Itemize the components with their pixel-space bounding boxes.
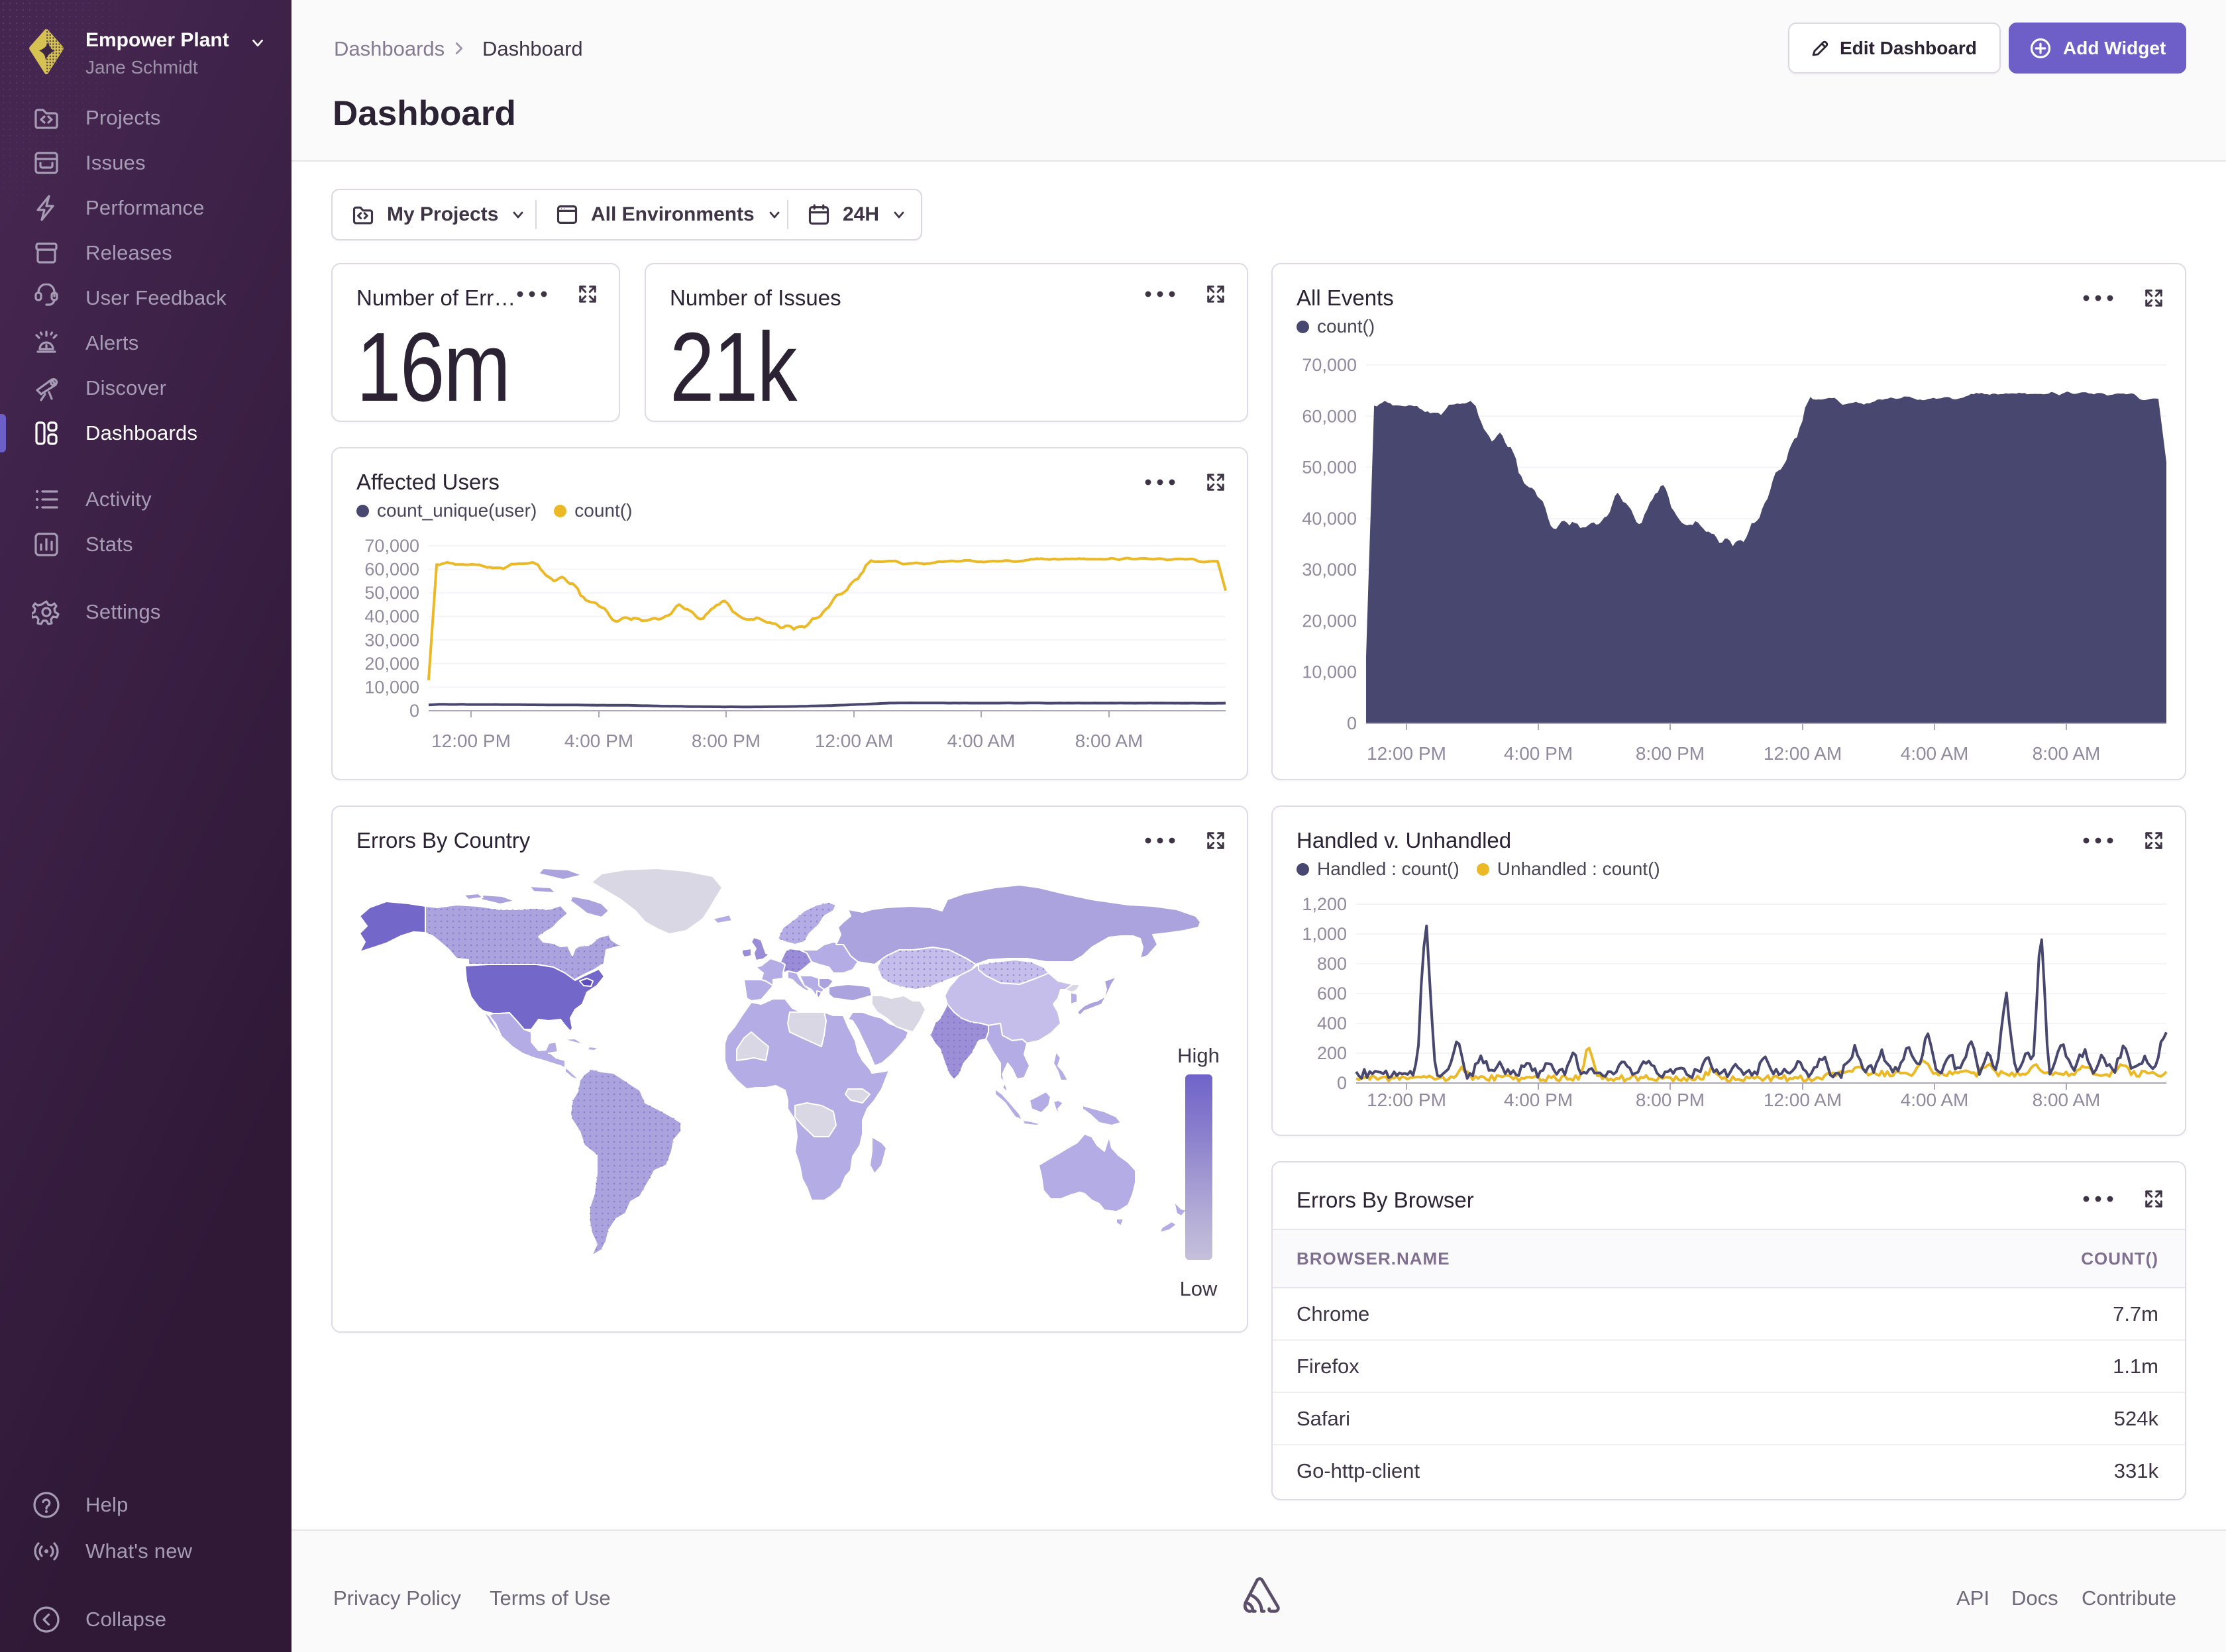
- svg-text:8:00 PM: 8:00 PM: [1636, 1090, 1705, 1110]
- svg-text:400: 400: [1317, 1013, 1347, 1033]
- svg-text:12:00 PM: 12:00 PM: [1367, 1090, 1446, 1110]
- svg-text:Low: Low: [1180, 1277, 1218, 1300]
- svg-text:8:00 AM: 8:00 AM: [2033, 1090, 2101, 1110]
- svg-text:4:00 AM: 4:00 AM: [1901, 1090, 1969, 1110]
- svg-text:10,000: 10,000: [364, 677, 419, 697]
- svg-text:10,000: 10,000: [1302, 662, 1357, 682]
- svg-text:4:00 PM: 4:00 PM: [564, 731, 633, 751]
- svg-text:High: High: [1177, 1044, 1220, 1067]
- svg-text:12:00 AM: 12:00 AM: [815, 731, 893, 751]
- svg-text:200: 200: [1317, 1043, 1347, 1063]
- svg-text:1,200: 1,200: [1302, 894, 1347, 914]
- svg-text:20,000: 20,000: [364, 654, 419, 674]
- svg-text:8:00 AM: 8:00 AM: [2033, 743, 2101, 764]
- svg-text:800: 800: [1317, 954, 1347, 974]
- svg-text:4:00 PM: 4:00 PM: [1504, 743, 1573, 764]
- svg-text:60,000: 60,000: [364, 560, 419, 580]
- svg-text:20,000: 20,000: [1302, 611, 1357, 631]
- svg-text:30,000: 30,000: [364, 630, 419, 650]
- svg-text:40,000: 40,000: [1302, 509, 1357, 529]
- svg-text:0: 0: [1337, 1073, 1347, 1093]
- svg-text:12:00 AM: 12:00 AM: [1764, 743, 1842, 764]
- svg-text:600: 600: [1317, 984, 1347, 1004]
- svg-text:4:00 AM: 4:00 AM: [947, 731, 1016, 751]
- svg-text:40,000: 40,000: [364, 607, 419, 627]
- svg-text:12:00 PM: 12:00 PM: [431, 731, 511, 751]
- svg-text:12:00 PM: 12:00 PM: [1367, 743, 1446, 764]
- svg-text:30,000: 30,000: [1302, 560, 1357, 580]
- svg-text:50,000: 50,000: [364, 583, 419, 603]
- svg-text:8:00 AM: 8:00 AM: [1075, 731, 1143, 751]
- svg-text:4:00 PM: 4:00 PM: [1504, 1090, 1573, 1110]
- svg-text:12:00 AM: 12:00 AM: [1764, 1090, 1842, 1110]
- svg-text:4:00 AM: 4:00 AM: [1901, 743, 1969, 764]
- svg-text:50,000: 50,000: [1302, 458, 1357, 478]
- svg-text:70,000: 70,000: [364, 536, 419, 556]
- svg-text:70,000: 70,000: [1302, 355, 1357, 375]
- svg-text:8:00 PM: 8:00 PM: [692, 731, 761, 751]
- svg-text:60,000: 60,000: [1302, 406, 1357, 426]
- svg-text:0: 0: [409, 701, 419, 721]
- svg-text:1,000: 1,000: [1302, 924, 1347, 944]
- svg-text:8:00 PM: 8:00 PM: [1636, 743, 1705, 764]
- svg-text:0: 0: [1347, 713, 1357, 733]
